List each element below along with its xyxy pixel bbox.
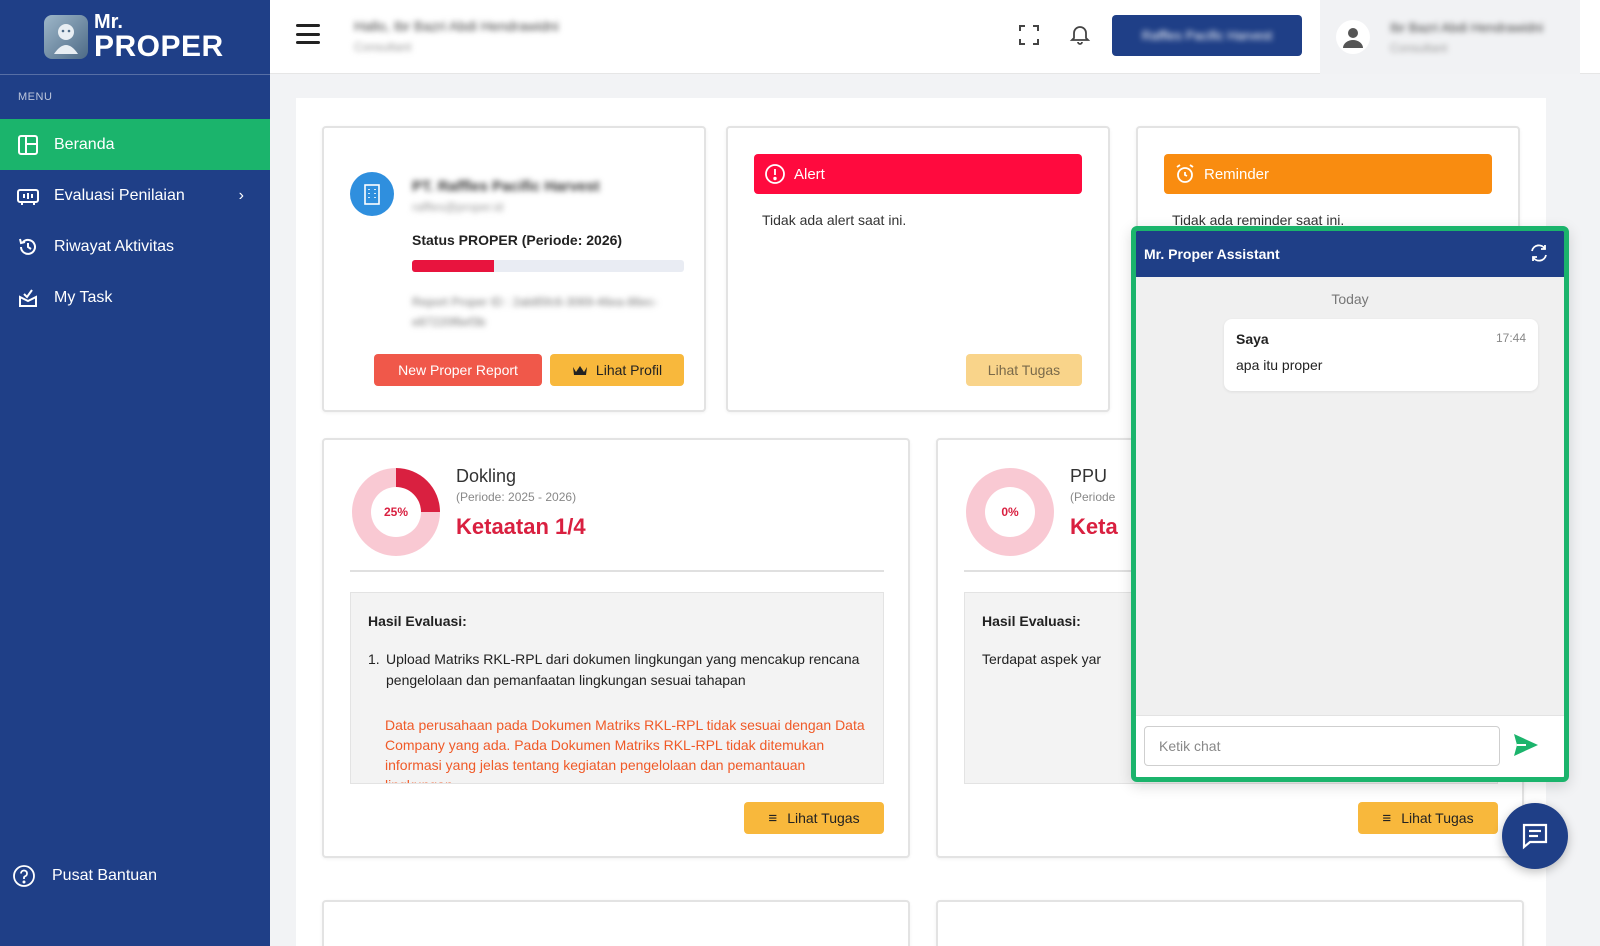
alert-circle-icon <box>765 164 785 184</box>
chat-date-label: Today <box>1331 291 1369 307</box>
chat-toggle-button[interactable] <box>1502 803 1568 869</box>
eval-item-text: Upload Matriks RKL-RPL dari dokumen ling… <box>386 651 860 688</box>
list-icon: ≡ <box>1382 809 1392 827</box>
layout-icon <box>16 133 40 157</box>
dokling-name: Dokling <box>456 466 517 486</box>
alert-card: Alert Tidak ada alert saat ini. Lihat Tu… <box>726 126 1110 412</box>
eval-title: Hasil Evaluasi: <box>982 613 1081 629</box>
status-progress-bar <box>412 260 684 272</box>
message-text: apa itu proper <box>1236 357 1323 373</box>
eval-note: Data perusahaan pada Dokumen Matriks RKL… <box>385 717 865 783</box>
chat-input[interactable] <box>1144 726 1500 766</box>
menu-label: MENU <box>18 91 53 103</box>
status-progress-fill <box>412 260 494 272</box>
topbar: Hallo, Ibr Bazri Abdi Hendrawidni Consul… <box>270 0 1600 74</box>
logo[interactable]: Mr. PROPER <box>0 0 270 75</box>
company-selector-button[interactable]: Raffles Pacific Harvest <box>1112 15 1302 56</box>
company-email: raffles@proper.id <box>412 200 504 214</box>
task-icon <box>16 286 40 310</box>
dokling-progress-ring: 25% <box>352 468 440 556</box>
profile-card: PT. Raffles Pacific Harvest raffles@prop… <box>322 126 706 412</box>
ppu-status: Keta <box>1070 514 1118 539</box>
bell-icon[interactable] <box>1068 22 1092 46</box>
alert-title: Alert <box>794 165 825 183</box>
eval-title: Hasil Evaluasi: <box>368 613 467 629</box>
dokling-period: (Periode: 2025 - 2026) <box>456 490 577 504</box>
partial-card <box>936 900 1524 946</box>
sidebar-item-label: Beranda <box>54 135 115 153</box>
ppu-percent: 0% <box>985 487 1035 537</box>
menu-toggle-icon[interactable] <box>296 24 320 44</box>
lihat-profil-button[interactable]: Lihat Profil <box>550 354 684 386</box>
dokling-percent: 25% <box>371 487 421 537</box>
greeting-role: Consultant <box>354 40 412 54</box>
message-time: 17:44 <box>1495 331 1526 345</box>
chat-message: Saya 17:44 apa itu proper <box>1224 319 1538 391</box>
ppu-name: PPU <box>1070 466 1108 486</box>
refresh-icon[interactable] <box>1528 242 1550 267</box>
help-center-label: Pusat Bantuan <box>52 867 157 884</box>
lihat-tugas-label: Lihat Tugas <box>787 810 860 826</box>
chat-bubble-icon <box>1522 823 1548 850</box>
sidebar-item-label: My Task <box>54 288 113 306</box>
sidebar-item-my-task[interactable]: My Task <box>0 272 270 323</box>
fullscreen-icon[interactable] <box>1018 24 1040 46</box>
reminder-title: Reminder <box>1204 165 1270 183</box>
company-selector-label: Raffles Pacific Harvest <box>1141 28 1273 43</box>
sidebar-item-label: Evaluasi Penilaian <box>54 186 185 204</box>
sidebar-item-label: Riwayat Aktivitas <box>54 237 175 255</box>
logo-mr: Mr. <box>94 11 123 33</box>
list-icon: ≡ <box>768 809 778 827</box>
eval-item-number: 1. <box>368 651 380 667</box>
chat-footer <box>1136 715 1564 777</box>
question-icon <box>12 864 36 888</box>
alert-lihat-tugas-button[interactable]: Lihat Tugas <box>966 354 1082 386</box>
dokling-card: 25% Dokling (Periode: 2025 - 2026) Ketaa… <box>322 438 910 858</box>
ppu-progress-ring: 0% <box>966 468 1054 556</box>
ppu-lihat-tugas-button[interactable]: ≡ Lihat Tugas <box>1358 802 1498 834</box>
avatar <box>1336 20 1370 54</box>
sidebar-item-riwayat-aktivitas[interactable]: Riwayat Aktivitas <box>0 221 270 272</box>
company-name: PT. Raffles Pacific Harvest <box>412 178 600 195</box>
greeting-text: Hallo, Ibr Bazri Abdi Hendrawidni <box>354 18 559 34</box>
logo-emblem-icon <box>44 15 88 59</box>
status-label: Status PROPER (Periode: 2026) <box>412 232 623 248</box>
chat-title: Mr. Proper Assistant <box>1144 246 1280 262</box>
help-center-link[interactable]: Pusat Bantuan <box>0 856 270 896</box>
alert-message: Tidak ada alert saat ini. <box>762 212 907 228</box>
alarm-clock-icon <box>1176 164 1194 183</box>
reminder-banner: Reminder <box>1164 154 1492 194</box>
report-id: Report Proper ID : 2ab85fc6-3069-46ea-86… <box>412 295 658 329</box>
history-icon <box>16 235 40 259</box>
lihat-tugas-label: Lihat Tugas <box>1401 810 1474 826</box>
ppu-period: (Periode <box>1070 490 1116 504</box>
dokling-status: Ketaatan 1/4 <box>456 514 586 539</box>
user-role: Consultant <box>1390 40 1448 55</box>
logo-proper: PROPER <box>94 30 224 63</box>
sidebar-item-evaluasi-penilaian[interactable]: Evaluasi Penilaian › <box>0 170 270 221</box>
dokling-eval-box: Hasil Evaluasi: 1. Upload Matriks RKL-RP… <box>350 592 884 784</box>
user-name: Ibr Bazri Abdi Hendrawidni <box>1390 19 1544 35</box>
new-proper-report-button[interactable]: New Proper Report <box>374 354 542 386</box>
chevron-right-icon: › <box>238 186 244 204</box>
sidebar: Mr. PROPER MENU Beranda Evaluasi Penilai… <box>0 0 270 946</box>
evaluation-icon <box>16 184 40 208</box>
dokling-lihat-tugas-button[interactable]: ≡ Lihat Tugas <box>744 802 884 834</box>
sidebar-item-beranda[interactable]: Beranda <box>0 119 270 170</box>
partial-card <box>322 900 910 946</box>
building-icon <box>350 172 394 216</box>
lihat-profil-label: Lihat Profil <box>595 362 663 378</box>
eval-item: 1. Upload Matriks RKL-RPL dari dokumen l… <box>368 649 868 691</box>
chat-widget: Mr. Proper Assistant Today Saya 17:44 ap… <box>1131 226 1569 782</box>
alert-banner: Alert <box>754 154 1082 194</box>
crown-icon <box>572 366 587 375</box>
greeting: Hallo, Ibr Bazri Abdi Hendrawidni Consul… <box>354 18 559 54</box>
message-sender: Saya <box>1236 331 1269 347</box>
divider <box>350 570 884 572</box>
send-icon[interactable] <box>1512 732 1540 763</box>
chat-header: Mr. Proper Assistant <box>1136 231 1564 277</box>
user-menu[interactable]: Ibr Bazri Abdi Hendrawidni Consultant <box>1320 0 1580 74</box>
